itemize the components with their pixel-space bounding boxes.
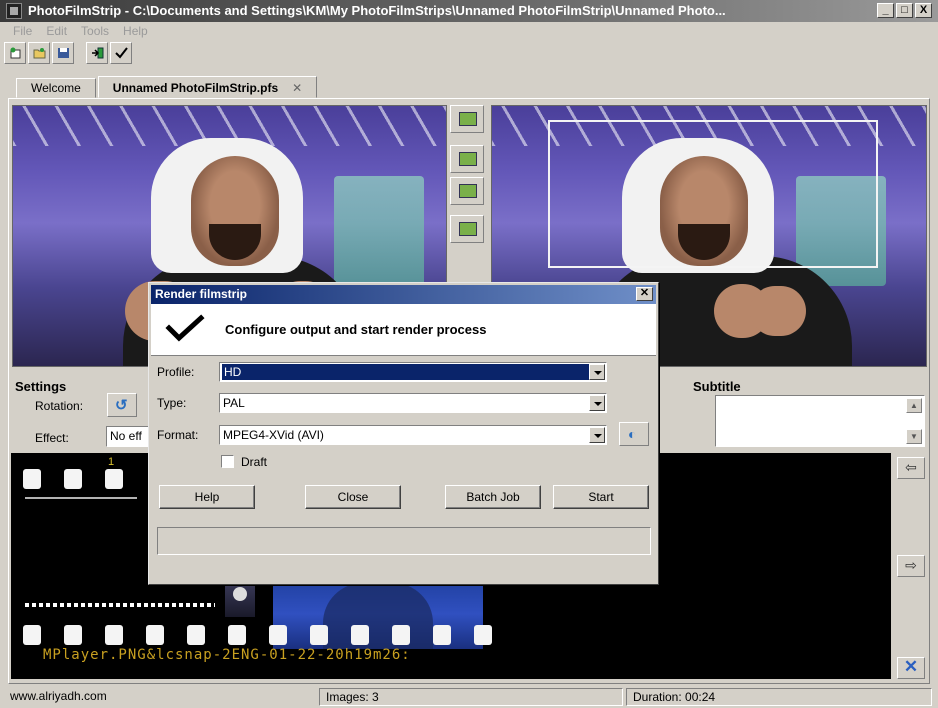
checkmark-icon (165, 314, 205, 342)
open-button[interactable] (28, 42, 50, 64)
app-window: PhotoFilmStrip - C:\Documents and Settin… (0, 0, 938, 708)
status-bar: www.alriyadh.com Images: 3 Duration: 00:… (0, 686, 938, 708)
start-button[interactable]: Start (553, 485, 649, 509)
remove-image-button[interactable]: ✕ (897, 657, 925, 679)
folder-icon (33, 48, 46, 59)
checkmark-icon (115, 47, 128, 59)
draft-checkbox[interactable] (221, 455, 234, 468)
batch-job-button[interactable]: Batch Job (445, 485, 541, 509)
save-button[interactable] (52, 42, 74, 64)
format-select[interactable]: MPEG4-XVid (AVI) (219, 425, 607, 445)
render-button[interactable] (110, 42, 132, 64)
type-value: PAL (223, 396, 245, 410)
dialog-close-icon[interactable]: ✕ (636, 287, 653, 301)
menu-tools[interactable]: Tools (74, 22, 116, 40)
type-select[interactable]: PAL (219, 393, 607, 413)
title-bar: PhotoFilmStrip - C:\Documents and Settin… (0, 0, 938, 22)
render-dialog: Render filmstrip ✕ Configure output and … (148, 282, 659, 585)
dialog-header-text: Configure output and start render proces… (225, 322, 487, 337)
film-thumbnail-small[interactable] (225, 581, 255, 617)
new-project-icon (10, 47, 21, 59)
help-button[interactable]: Help (159, 485, 255, 509)
rotate-button[interactable] (107, 393, 137, 417)
chevron-down-icon[interactable] (589, 427, 605, 443)
set-end-button[interactable] (450, 177, 484, 205)
app-icon (6, 3, 22, 19)
subtitle-heading: Subtitle (693, 379, 741, 394)
tab-welcome-label: Welcome (31, 81, 81, 95)
menu-edit[interactable]: Edit (39, 22, 74, 40)
images-count: Images: 3 (319, 688, 623, 706)
dialog-title: Render filmstrip ✕ (151, 285, 656, 304)
settings-heading: Settings (15, 379, 67, 394)
toolbar (4, 42, 132, 68)
close-dialog-button[interactable]: Close (305, 485, 401, 509)
import-icon (92, 47, 104, 59)
format-options-button[interactable] (619, 422, 649, 446)
move-right-button[interactable]: ⇨ (897, 555, 925, 577)
crop-rectangle[interactable] (548, 120, 878, 268)
effect-label: Effect: (35, 431, 69, 445)
window-title: PhotoFilmStrip - C:\Documents and Settin… (28, 3, 726, 18)
film-holes-top (23, 469, 123, 489)
floppy-icon (58, 48, 69, 58)
chevron-down-icon[interactable] (589, 395, 605, 411)
image-swap-icon (459, 222, 477, 236)
import-button[interactable] (86, 42, 108, 64)
duration-text: Duration: 00:24 (626, 688, 932, 706)
dialog-header: Configure output and start render proces… (151, 304, 656, 356)
filmstrip-caption: MPlayer.PNG&lcsnap-2ENG-01-22-20h19m26: (43, 647, 411, 663)
chevron-down-icon[interactable] (589, 364, 605, 380)
film-holes-bottom (23, 625, 492, 645)
set-start-button[interactable] (450, 145, 484, 173)
rotation-label: Rotation: (35, 399, 84, 413)
close-button[interactable]: X (915, 3, 932, 18)
type-label: Type: (157, 396, 187, 410)
profile-value: HD (222, 364, 602, 380)
menu-file[interactable]: File (6, 22, 39, 40)
move-left-button[interactable]: ⇦ (897, 457, 925, 479)
profile-label: Profile: (157, 365, 195, 379)
image-end-icon (459, 184, 477, 198)
subtitle-textarea[interactable]: ▲ ▼ (715, 395, 925, 447)
image-start-icon (459, 152, 477, 166)
scroll-down-icon[interactable]: ▼ (906, 429, 922, 444)
menu-help[interactable]: Help (116, 22, 155, 40)
scroll-up-icon[interactable]: ▲ (906, 398, 922, 413)
format-label: Format: (157, 428, 199, 442)
profile-select[interactable]: HD (219, 362, 607, 382)
edit-image-button[interactable] (450, 105, 484, 133)
tab-bar: Welcome Unnamed PhotoFilmStrip.pfs ✕ (16, 76, 319, 98)
dialog-title-text: Render filmstrip (155, 287, 248, 301)
watermark-text: www.alriyadh.com (10, 689, 107, 703)
frame-number: 1 (108, 456, 115, 468)
image-tools (450, 105, 484, 243)
tab-close-icon[interactable]: ✕ (292, 81, 302, 95)
menu-bar: File Edit Tools Help (0, 22, 155, 40)
maximize-button[interactable]: □ (896, 3, 913, 18)
draft-label: Draft (241, 455, 268, 469)
format-value: MPEG4-XVid (AVI) (223, 428, 324, 442)
minimize-button[interactable]: _ (877, 3, 894, 18)
swap-button[interactable] (450, 215, 484, 243)
tab-project[interactable]: Unnamed PhotoFilmStrip.pfs ✕ (97, 76, 318, 98)
render-progress-bar (157, 527, 651, 555)
tab-welcome[interactable]: Welcome (16, 78, 96, 98)
tab-project-label: Unnamed PhotoFilmStrip.pfs (112, 81, 279, 95)
image-edit-icon (459, 112, 477, 126)
new-button[interactable] (4, 42, 26, 64)
